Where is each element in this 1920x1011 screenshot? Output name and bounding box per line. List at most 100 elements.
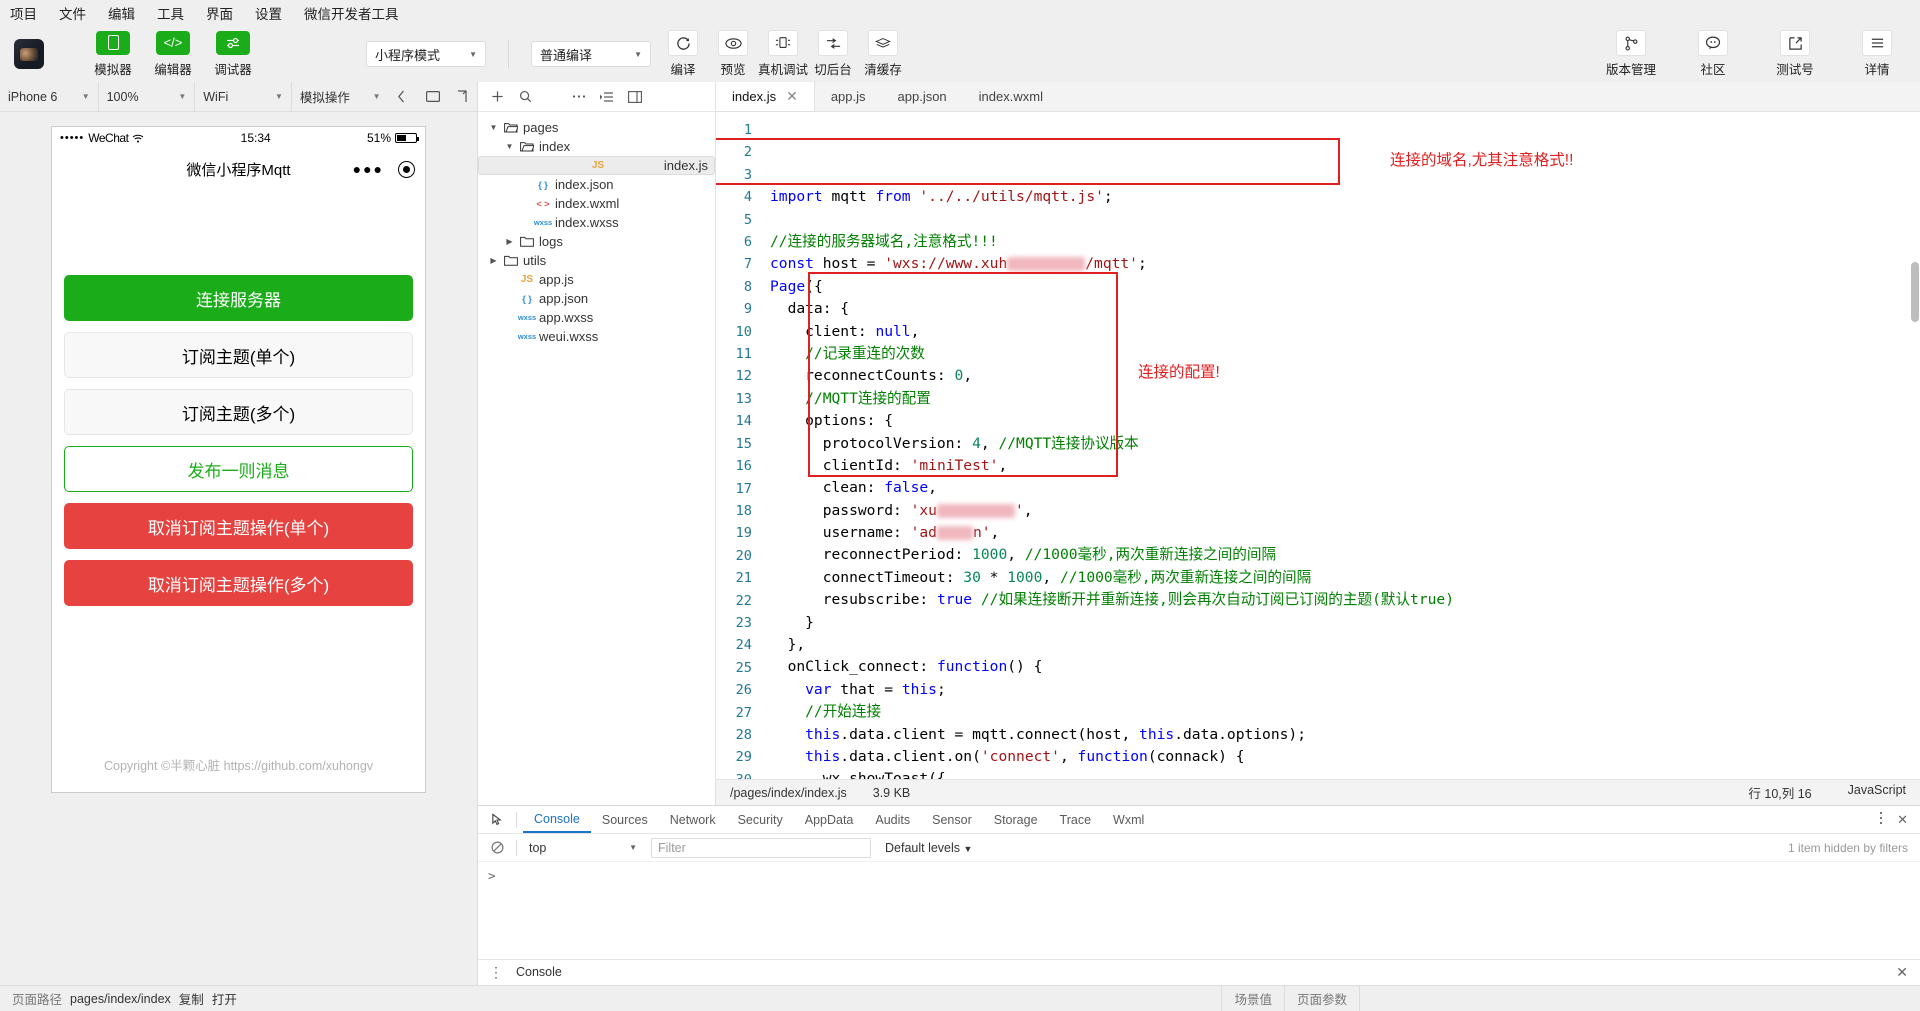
file-tree-item[interactable]: ▶ utils [478,251,715,270]
file-tree-item[interactable]: wxss index.wxss [478,213,715,232]
editor-tab[interactable]: app.json [881,82,963,111]
mode-select-value: 小程序模式 [375,47,441,63]
copy-path-button[interactable]: 复制 [179,989,204,1008]
menu-item-devtools[interactable]: 微信开发者工具 [302,3,401,23]
compile-button[interactable]: 编译 [661,30,705,78]
mode-select[interactable]: 小程序模式 ▼ [366,41,486,67]
file-tree-item[interactable]: ▼ pages [478,118,715,137]
connect-server-button[interactable]: 连接服务器 [64,275,413,321]
file-tree-item[interactable]: wxss app.wxss [478,308,715,327]
menu-item-settings[interactable]: 设置 [253,3,284,23]
preview-button[interactable]: 预览 [711,30,755,78]
chevron-down-icon[interactable]: ▼ [504,142,515,151]
code-token: ; [936,680,946,698]
toggle-simulator-button[interactable]: 模拟器 [90,30,136,78]
more-icon[interactable]: ●●● [353,161,384,177]
collapse-all-icon[interactable] [594,85,620,109]
code-token: n' [972,524,991,542]
toggle-debugger-button[interactable]: 调试器 [210,30,256,78]
chevron-right-icon[interactable]: ▶ [504,237,515,246]
app-window: 项目 文件 编辑 工具 界面 设置 微信开发者工具 模拟器 </> 编辑器 调试… [0,0,1920,1011]
close-tab-icon[interactable]: ✕ [786,88,798,105]
devtools-tab-wxml[interactable]: Wxml [1102,806,1155,833]
clear-cache-button[interactable]: 清缓存 [861,30,905,78]
publish-message-button[interactable]: 发布一则消息 [64,446,413,492]
console-levels-select[interactable]: Default levels ▼ [885,841,972,855]
test-account-button[interactable]: 测试号 [1766,30,1824,78]
scene-value-button[interactable]: 场景值 [1222,986,1284,1011]
json-file-icon: { } [522,293,532,304]
menu-item-project[interactable]: 项目 [8,3,39,23]
devtools-tab-security[interactable]: Security [727,806,794,833]
inspect-element-icon[interactable] [484,813,510,826]
rotate-left-icon[interactable] [389,82,419,112]
file-tree-item[interactable]: JS app.js [478,270,715,289]
editor-scrollbar[interactable] [1910,112,1920,779]
open-path-button[interactable]: 打开 [212,989,237,1008]
devtools-settings-icon[interactable] [1879,811,1883,828]
menu-item-view[interactable]: 界面 [204,3,235,23]
version-control-button[interactable]: 版本管理 [1602,30,1660,78]
page-params-button[interactable]: 页面参数 [1285,986,1359,1011]
file-tree-item[interactable]: { } app.json [478,289,715,308]
more-options-icon[interactable] [566,85,592,109]
drawer-close-icon[interactable]: ✕ [1896,964,1920,981]
device-select[interactable]: iPhone 6 ▼ [0,81,99,112]
unsubscribe-multiple-button[interactable]: 取消订阅主题操作(多个) [64,560,413,606]
devtools-close-icon[interactable]: ✕ [1897,812,1908,828]
editor-tab[interactable]: app.js [814,82,882,111]
menu-item-edit[interactable]: 编辑 [106,3,137,23]
devtools-tab-trace[interactable]: Trace [1049,806,1103,833]
toggle-editor-button[interactable]: </> 编辑器 [150,30,196,78]
chevron-down-icon[interactable]: ▼ [488,123,499,132]
console-context-select[interactable]: top ▼ [523,838,643,858]
devtools-tab-sources[interactable]: Sources [591,806,659,833]
target-icon[interactable] [398,160,415,178]
file-tree-item[interactable]: ▼ index [478,137,715,156]
real-device-debug-button[interactable]: 真机调试 [758,30,808,78]
drawer-tab-console[interactable]: Console [508,965,570,981]
file-tree-item[interactable]: { } index.json [478,175,715,194]
add-file-icon[interactable] [484,85,510,109]
file-tree-item[interactable]: JS index.js [478,156,715,175]
simulate-action-select[interactable]: 模拟操作 ▼ [292,82,389,112]
devtools-tab-network[interactable]: Network [659,806,727,833]
search-icon[interactable] [512,85,538,109]
file-tree-item[interactable]: wxss weui.wxss [478,327,715,346]
line-number: 19 [735,525,752,542]
code-area[interactable]: 1 2 3 4 5 6 7 8 9 10 11 12 13 14 15 16 17 18 19 20 21 22 23 24 2… [716,112,1920,779]
file-tree-item[interactable]: < > index.wxml [478,194,715,213]
editor-tab[interactable]: index.wxml [962,82,1059,111]
switch-background-button[interactable]: 切后台 [811,30,855,78]
drawer-menu-icon[interactable]: ⋮ [484,964,508,981]
file-tree-item[interactable]: ▶ logs [478,232,715,251]
zoom-select[interactable]: 100% ▼ [99,81,196,112]
devtools-tab-appdata[interactable]: AppData [794,806,865,833]
chevron-right-icon[interactable]: ▶ [488,256,499,265]
network-select[interactable]: WiFi ▼ [195,81,292,112]
rotate-right-icon[interactable] [448,82,478,112]
clear-console-icon[interactable] [484,841,510,854]
devtools-tab-audits[interactable]: Audits [864,806,921,833]
device-select-value: iPhone 6 [8,89,58,104]
console-output[interactable]: > [478,862,1920,959]
code-content[interactable]: import mqtt from '../../utils/mqtt.js'; … [716,112,1920,779]
toggle-tree-icon[interactable] [622,85,648,109]
devtools-tab-storage[interactable]: Storage [983,806,1049,833]
screen-icon[interactable] [418,82,448,112]
devtools-tab-console[interactable]: Console [523,806,591,833]
chevron-down-icon: ▼ [274,92,283,101]
editor-tab[interactable]: index.js ✕ [716,82,815,111]
console-filter-input[interactable]: Filter [651,837,871,858]
code-token: 30 [963,568,981,586]
unsubscribe-single-button[interactable]: 取消订阅主题操作(单个) [64,503,413,549]
subscribe-multiple-button[interactable]: 订阅主题(多个) [64,389,413,435]
devtools-tab-sensor[interactable]: Sensor [921,806,983,833]
code-token: //如果连接断开并重新连接,则会再次自动订阅已订阅的主题(默认true) [980,591,1454,609]
details-button[interactable]: 详情 [1848,30,1906,78]
subscribe-single-button[interactable]: 订阅主题(单个) [64,332,413,378]
menu-item-file[interactable]: 文件 [57,3,88,23]
compile-select[interactable]: 普通编译 ▼ [531,41,651,67]
community-button[interactable]: 社区 [1684,30,1742,78]
menu-item-tools[interactable]: 工具 [155,3,186,23]
